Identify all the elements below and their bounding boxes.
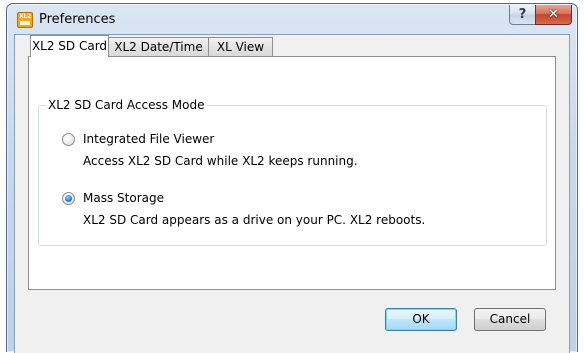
integrated-file-viewer-description: Access XL2 SD Card while XL2 keeps runni… bbox=[83, 154, 358, 168]
integrated-file-viewer-label[interactable]: Integrated File Viewer bbox=[83, 132, 214, 146]
xl2-app-icon: XL2 bbox=[17, 12, 33, 28]
cancel-button[interactable]: Cancel bbox=[474, 308, 546, 331]
mass-storage-label[interactable]: Mass Storage bbox=[83, 191, 164, 205]
mass-storage-description: XL2 SD Card appears as a drive on your P… bbox=[83, 213, 426, 227]
help-button[interactable]: ? bbox=[509, 5, 536, 25]
ok-button[interactable]: OK bbox=[385, 308, 457, 331]
tab-xl-view[interactable]: XL View bbox=[208, 37, 273, 56]
tab-xl2-date-time[interactable]: XL2 Date/Time bbox=[108, 37, 209, 56]
tab-xl2-sd-card[interactable]: XL2 SD Card bbox=[30, 35, 109, 57]
close-button[interactable]: ✕ bbox=[535, 5, 572, 25]
dialog-client-area: XL2 SD Card XL2 Date/Time XL View XL2 SD… bbox=[14, 34, 570, 353]
group-legend: XL2 SD Card Access Mode bbox=[46, 98, 207, 112]
access-mode-groupbox: XL2 SD Card Access Mode Integrated File … bbox=[38, 98, 547, 246]
preferences-dialog: XL2 Preferences ? ✕ XL2 SD Card XL2 Date… bbox=[6, 3, 578, 353]
tab-panel-xl2-sd-card: XL2 SD Card Access Mode Integrated File … bbox=[28, 56, 556, 290]
mass-storage-radio[interactable] bbox=[62, 192, 75, 205]
window-title: Preferences bbox=[39, 12, 116, 27]
title-bar[interactable]: XL2 Preferences ? ✕ bbox=[7, 4, 577, 34]
integrated-file-viewer-radio[interactable] bbox=[62, 133, 75, 146]
app-icon-text: XL2 bbox=[19, 13, 31, 20]
